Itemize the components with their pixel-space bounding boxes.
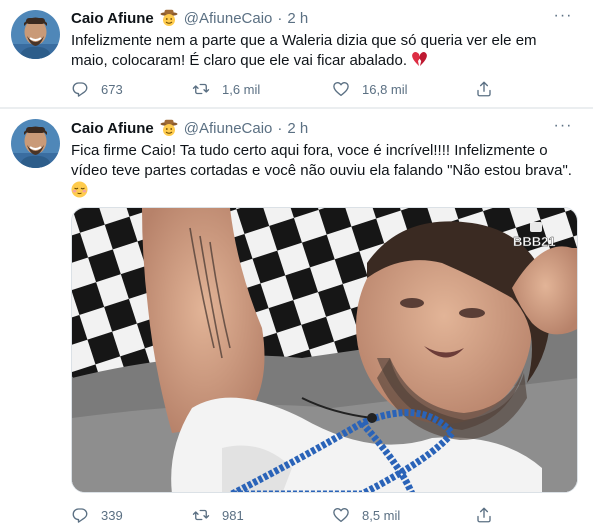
tweet-text: Fica firme Caio! Ta tudo certo aqui fora… xyxy=(71,141,576,201)
timestamp[interactable]: 2 h xyxy=(287,10,308,27)
reply-icon xyxy=(72,82,88,97)
tweet-header: Caio Afiune @AfiuneCaio · 2 h xyxy=(71,8,308,28)
author-handle[interactable]: @AfiuneCaio xyxy=(184,120,273,137)
like-button[interactable]: 8,5 mil xyxy=(332,506,400,524)
retweet-button[interactable]: 1,6 mil xyxy=(192,80,260,98)
reply-count: 339 xyxy=(101,507,123,523)
tweet-actions: 673 1,6 mil 16,8 mil xyxy=(71,78,501,100)
tweet-media-photo[interactable]: BBB21 xyxy=(71,207,578,493)
cowboy-hat-face-emoji xyxy=(160,119,178,137)
retweet-icon xyxy=(192,83,210,95)
like-count: 8,5 mil xyxy=(362,507,401,523)
timestamp[interactable]: 2 h xyxy=(287,120,308,137)
separator-dot: · xyxy=(277,9,283,27)
share-icon xyxy=(477,81,491,97)
author-name[interactable]: Caio Afiune xyxy=(71,120,154,137)
author-name[interactable]: Caio Afiune xyxy=(71,10,154,27)
broken-heart-emoji xyxy=(411,51,428,68)
more-icon[interactable]: ··· xyxy=(551,8,575,30)
tweet-text: Infelizmente nem a parte que a Waleria d… xyxy=(71,31,576,71)
tweet-text-content: Infelizmente nem a parte que a Waleria d… xyxy=(71,32,537,69)
media-watermark: BBB21 xyxy=(513,234,556,249)
separator-dot: · xyxy=(277,119,283,137)
reply-count: 673 xyxy=(101,81,123,97)
share-button[interactable] xyxy=(475,506,493,524)
share-button[interactable] xyxy=(475,80,493,98)
avatar[interactable] xyxy=(11,10,60,59)
avatar[interactable] xyxy=(11,119,60,168)
retweet-button[interactable]: 981 xyxy=(192,506,244,524)
more-icon[interactable]: ··· xyxy=(551,118,575,140)
relieved-face-emoji xyxy=(71,181,88,198)
reply-button[interactable]: 339 xyxy=(71,506,123,524)
cowboy-hat-face-emoji xyxy=(160,9,178,27)
reply-icon xyxy=(72,508,88,523)
retweet-count: 1,6 mil xyxy=(222,81,261,97)
share-icon xyxy=(477,507,491,523)
like-count: 16,8 mil xyxy=(362,81,408,97)
like-icon xyxy=(333,508,349,523)
tweet[interactable]: Caio Afiune @AfiuneCaio · 2 h ··· Fica f… xyxy=(0,109,593,530)
author-handle[interactable]: @AfiuneCaio xyxy=(184,10,273,27)
reply-button[interactable]: 673 xyxy=(71,80,123,98)
retweet-count: 981 xyxy=(222,507,244,523)
tweet-text-content: Fica firme Caio! Ta tudo certo aqui fora… xyxy=(71,142,572,179)
like-icon xyxy=(333,82,349,97)
like-button[interactable]: 16,8 mil xyxy=(332,80,408,98)
tweet-actions: 339 981 8,5 mil xyxy=(71,504,501,526)
tweet-header: Caio Afiune @AfiuneCaio · 2 h xyxy=(71,118,308,138)
retweet-icon xyxy=(192,509,210,521)
tweet[interactable]: Caio Afiune @AfiuneCaio · 2 h ··· Infeli… xyxy=(0,0,593,108)
